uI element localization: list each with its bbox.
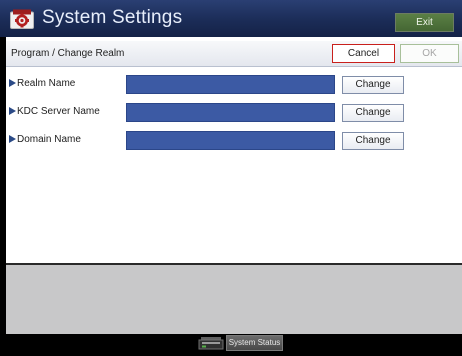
kdc-server-name-field[interactable]	[126, 103, 335, 122]
page-title: System Settings	[42, 7, 183, 28]
exit-button[interactable]: Exit	[395, 13, 454, 32]
message-area	[6, 263, 462, 336]
domain-name-label-text: Domain Name	[17, 134, 81, 145]
realm-name-field[interactable]	[126, 75, 335, 94]
domain-name-row: Domain Name Change	[6, 130, 462, 152]
main-panel: Program / Change Realm Cancel OK Realm N…	[6, 37, 462, 263]
system-status-button[interactable]: System Status	[226, 335, 283, 351]
domain-name-change-button[interactable]: Change	[342, 132, 404, 150]
realm-name-label: Realm Name	[9, 78, 75, 89]
footer-bar: System Status	[0, 334, 462, 351]
domain-name-field[interactable]	[126, 131, 335, 150]
arrow-right-icon	[9, 135, 16, 143]
arrow-right-icon	[9, 79, 16, 87]
realm-name-label-text: Realm Name	[17, 78, 76, 89]
arrow-right-icon	[9, 107, 16, 115]
kdc-server-name-label: KDC Server Name	[9, 106, 100, 117]
dialog-subbar: Program / Change Realm Cancel OK	[6, 41, 462, 67]
realm-name-change-button[interactable]: Change	[342, 76, 404, 94]
machine-status-icon	[198, 336, 224, 351]
title-bar: System Settings Exit	[0, 0, 462, 37]
ok-button[interactable]: OK	[400, 44, 459, 63]
cancel-button[interactable]: Cancel	[332, 44, 395, 63]
realm-name-row: Realm Name Change	[6, 74, 462, 96]
dialog-title: Program / Change Realm	[11, 48, 125, 59]
kdc-server-name-label-text: KDC Server Name	[17, 106, 100, 117]
domain-name-label: Domain Name	[9, 134, 81, 145]
kdc-server-name-row: KDC Server Name Change	[6, 102, 462, 124]
kdc-server-name-change-button[interactable]: Change	[342, 104, 404, 122]
system-settings-icon	[10, 9, 34, 29]
